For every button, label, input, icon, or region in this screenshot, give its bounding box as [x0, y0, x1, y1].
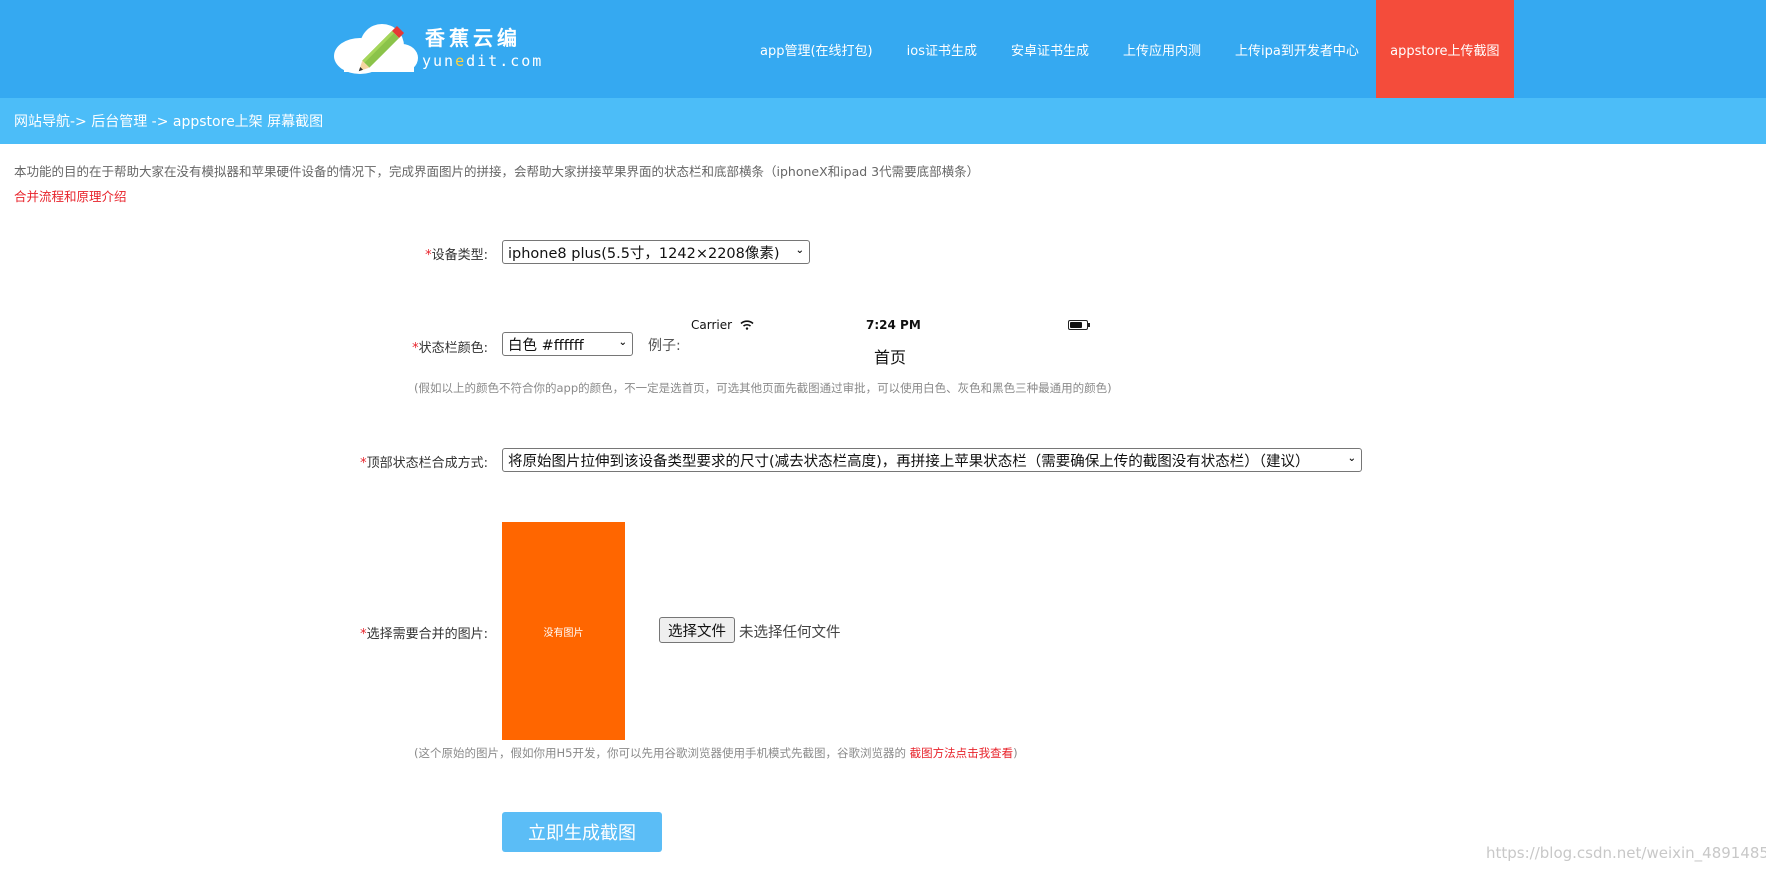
cloud-pencil-logo-icon: [334, 24, 418, 74]
carrier-label: Carrier: [691, 318, 754, 332]
image-preview: 没有图片: [502, 522, 625, 740]
image-select-label: *选择需要合并的图片:: [360, 627, 488, 642]
preview-page-title: 首页: [874, 348, 907, 367]
nav-upload-ipa[interactable]: 上传ipa到开发者中心: [1218, 0, 1376, 98]
color-hint: (假如以上的颜色不符合你的app的颜色，不一定是选首页，可选其他页面先截图通过审…: [414, 381, 1112, 395]
statusbar-color-select[interactable]: 白色 #ffffff ⌄: [502, 332, 633, 356]
wifi-icon: [740, 320, 754, 330]
screenshot-method-link[interactable]: 截图方法点击我查看: [910, 746, 1014, 760]
nav-ios-certificate[interactable]: ios证书生成: [890, 0, 994, 98]
statusbar-preview: Carrier 7:24 PM 首页: [688, 314, 1096, 378]
main-nav: app管理(在线打包) ios证书生成 安卓证书生成 上传应用内测 上传ipa到…: [743, 0, 1514, 98]
breadcrumb: 网站导航-> 后台管理 -> appstore上架 屏幕截图: [0, 98, 1766, 144]
status-time: 7:24 PM: [866, 318, 921, 332]
battery-icon: [1068, 320, 1090, 330]
device-type-label: *设备类型:: [425, 248, 488, 263]
nav-app-management[interactable]: app管理(在线打包): [743, 0, 890, 98]
device-type-select[interactable]: iphone8 plus(5.5寸，1242×2208像素) ⌄: [502, 240, 810, 264]
watermark: https://blog.csdn.net/weixin_48914851: [1486, 844, 1766, 862]
example-label: 例子:: [648, 338, 681, 354]
statusbar-color-label: *状态栏颜色:: [412, 341, 488, 356]
compose-mode-label: *顶部状态栏合成方式:: [360, 456, 488, 471]
nav-appstore-screenshot[interactable]: appstore上传截图: [1375, 0, 1514, 98]
site-logo[interactable]: 香蕉云编 yunedit.com: [330, 16, 541, 78]
intro-text: 本功能的目的在于帮助大家在没有模拟器和苹果硬件设备的情况下，完成界面图片的拼接，…: [14, 164, 980, 179]
image-hint: (这个原始的图片，假如你用H5开发，你可以先用谷歌浏览器使用手机模式先截图，谷歌…: [414, 746, 1018, 760]
generate-screenshot-button[interactable]: 立即生成截图: [502, 812, 662, 852]
choose-file-button[interactable]: 选择文件: [659, 617, 735, 643]
chevron-down-icon: ⌄: [795, 245, 804, 256]
compose-mode-select[interactable]: 将原始图片拉伸到该设备类型要求的尺寸(减去状态栏高度)，再拼接上苹果状态栏（需要…: [502, 448, 1362, 472]
chevron-down-icon: ⌄: [1347, 453, 1356, 464]
nav-upload-beta[interactable]: 上传应用内测: [1106, 0, 1218, 98]
process-intro-link[interactable]: 合并流程和原理介绍: [14, 186, 127, 205]
logo-title: 香蕉云编: [425, 26, 521, 50]
top-navbar: 香蕉云编 yunedit.com app管理(在线打包) ios证书生成 安卓证…: [0, 0, 1766, 98]
file-status: 未选择任何文件: [739, 625, 841, 641]
logo-domain: yunedit.com: [422, 52, 544, 70]
nav-android-certificate[interactable]: 安卓证书生成: [994, 0, 1106, 98]
chevron-down-icon: ⌄: [618, 337, 627, 348]
